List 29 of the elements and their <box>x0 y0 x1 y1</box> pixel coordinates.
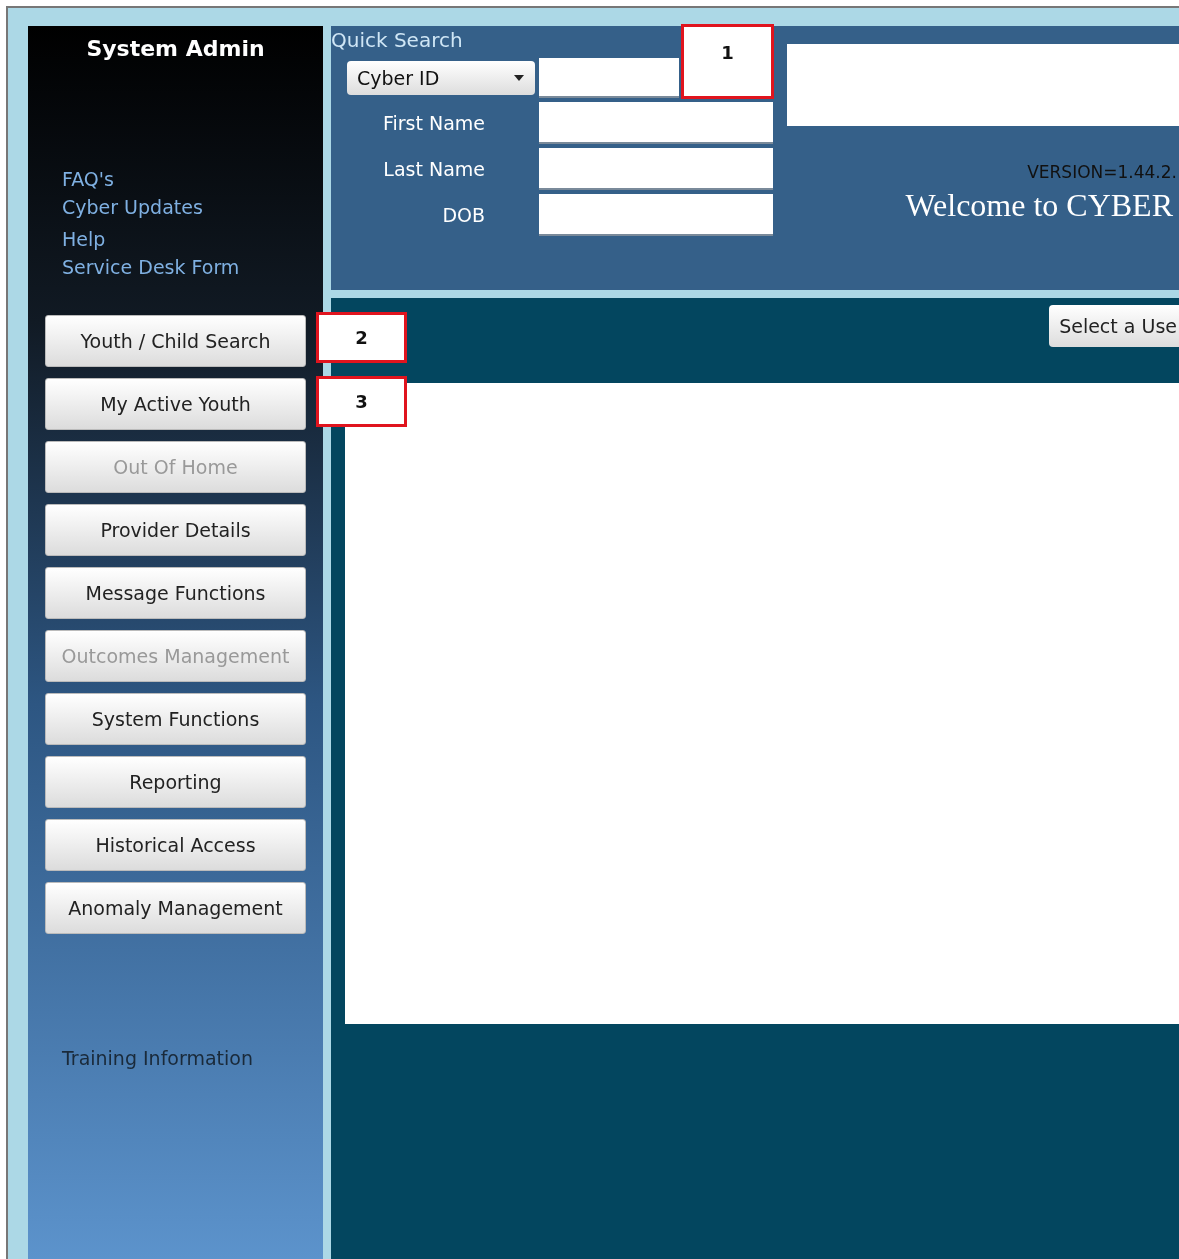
nav-button[interactable]: Provider Details <box>45 504 306 556</box>
nav-button[interactable]: My Active Youth <box>45 378 306 430</box>
welcome-heading: Welcome to CYBER <box>905 185 1173 224</box>
field-label: DOB <box>442 203 485 226</box>
text-field[interactable] <box>539 102 773 144</box>
nav-button[interactable]: Youth / Child Search <box>45 315 306 367</box>
sidebar-link[interactable]: Cyber Updates <box>62 193 203 221</box>
quick-search-title: Quick Search <box>331 28 463 52</box>
field-label: Last Name <box>383 157 485 180</box>
field-label: First Name <box>382 111 485 134</box>
search-type-dropdown[interactable]: Cyber ID <box>347 61 535 95</box>
caret-icon <box>513 74 525 82</box>
sidebar-link[interactable]: Help <box>62 225 106 253</box>
version-text: VERSION=1.44.2. <box>1027 161 1177 184</box>
nav-button[interactable]: Historical Access <box>45 819 306 871</box>
nav-button[interactable]: Reporting <box>45 756 306 808</box>
sidebar-link[interactable]: Service Desk Form <box>62 253 240 281</box>
nav-button[interactable]: Anomaly Management <box>45 882 306 934</box>
text-field[interactable] <box>539 148 773 190</box>
select-user-button[interactable]: Select a Use <box>1049 305 1179 347</box>
sidebar-link[interactable]: FAQ's <box>62 165 114 193</box>
nav-button[interactable]: System Functions <box>45 693 306 745</box>
search-field[interactable] <box>539 58 679 98</box>
nav-button[interactable]: Message Functions <box>45 567 306 619</box>
callout-label: 2 <box>316 312 407 363</box>
sidebar-title: System Admin <box>85 35 266 63</box>
callout-label: 1 <box>681 24 774 99</box>
callout-label: 3 <box>316 376 407 427</box>
text-field[interactable] <box>539 194 773 236</box>
